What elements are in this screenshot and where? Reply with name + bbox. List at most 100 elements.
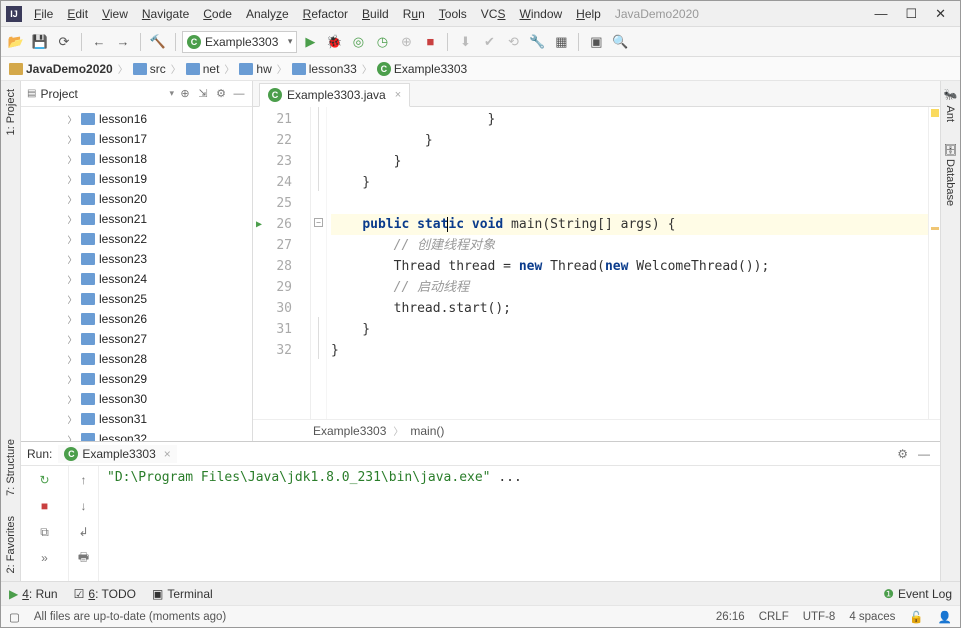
- tree-item[interactable]: 〉lesson26: [21, 309, 252, 329]
- more-icon[interactable]: »: [35, 548, 55, 568]
- sync-icon[interactable]: ⟳: [53, 31, 75, 53]
- rerun-button[interactable]: ↻: [35, 470, 55, 490]
- build-icon[interactable]: 🔨: [147, 31, 169, 53]
- minimize-button[interactable]: —: [874, 6, 887, 22]
- toolwindow-run[interactable]: ▶4: Run: [9, 587, 58, 601]
- toolwindow-favorites[interactable]: 2: Favorites: [5, 516, 17, 573]
- tree-item[interactable]: 〉lesson23: [21, 249, 252, 269]
- close-button[interactable]: ✕: [935, 6, 946, 22]
- tree-item[interactable]: 〉lesson20: [21, 189, 252, 209]
- tree-item[interactable]: 〉lesson17: [21, 129, 252, 149]
- back-button[interactable]: ←: [88, 31, 110, 53]
- structure-icon[interactable]: ▦: [550, 31, 572, 53]
- toolwindow-database[interactable]: 🗄 Database: [944, 142, 957, 206]
- debug-button[interactable]: 🐞: [323, 31, 345, 53]
- caret-pos[interactable]: 26:16: [716, 611, 745, 623]
- close-icon[interactable]: ×: [164, 447, 171, 461]
- crumb-hw[interactable]: hw: [237, 62, 273, 76]
- tree-item[interactable]: 〉lesson18: [21, 149, 252, 169]
- up-icon[interactable]: ↑: [74, 470, 94, 490]
- settings-icon[interactable]: 🔧: [526, 31, 548, 53]
- grid-icon[interactable]: ▣: [585, 31, 607, 53]
- menu-edit[interactable]: Edit: [60, 7, 95, 21]
- gear-icon[interactable]: ⚙: [214, 87, 228, 101]
- encoding[interactable]: UTF-8: [803, 611, 836, 623]
- tree-item[interactable]: 〉lesson29: [21, 369, 252, 389]
- toolwindow-project[interactable]: 1: Project: [5, 89, 17, 135]
- error-stripe[interactable]: [928, 107, 940, 419]
- menu-vcs[interactable]: VCS: [474, 7, 513, 21]
- editor-body[interactable]: 212223242526▶272829303132 −−−−−−− } } } …: [253, 107, 940, 419]
- crumb-net[interactable]: net: [184, 62, 222, 76]
- print-icon[interactable]: 🖶: [74, 548, 94, 568]
- tree-item[interactable]: 〉lesson22: [21, 229, 252, 249]
- tree-item[interactable]: 〉lesson19: [21, 169, 252, 189]
- menu-run[interactable]: Run: [396, 7, 432, 21]
- toolwindow-terminal[interactable]: ▣Terminal: [152, 587, 213, 601]
- vcs-history-icon[interactable]: ⟲: [502, 31, 524, 53]
- tree-item[interactable]: 〉lesson31: [21, 409, 252, 429]
- menu-file[interactable]: File: [27, 7, 60, 21]
- menu-navigate[interactable]: Navigate: [135, 7, 196, 21]
- locate-icon[interactable]: ⊕: [178, 87, 192, 101]
- project-tree[interactable]: 〉lesson16〉lesson17〉lesson18〉lesson19〉les…: [21, 107, 252, 441]
- run-config-selector[interactable]: C Example3303: [182, 31, 297, 53]
- tree-item[interactable]: 〉lesson27: [21, 329, 252, 349]
- indent[interactable]: 4 spaces: [849, 611, 895, 623]
- hector-icon[interactable]: 👤: [938, 610, 952, 624]
- expand-icon[interactable]: ⇲: [196, 87, 210, 101]
- maximize-button[interactable]: ☐: [905, 6, 917, 22]
- menu-refactor[interactable]: Refactor: [296, 7, 355, 21]
- wrap-icon[interactable]: ↲: [74, 522, 94, 542]
- chevron-right-icon: 〉: [274, 61, 290, 76]
- crumb-lesson[interactable]: lesson33: [290, 62, 359, 76]
- layout-icon[interactable]: ⧉: [35, 522, 55, 542]
- coverage-button[interactable]: ◎: [347, 31, 369, 53]
- search-icon[interactable]: 🔍: [609, 31, 631, 53]
- down-icon[interactable]: ↓: [74, 496, 94, 516]
- menu-build[interactable]: Build: [355, 7, 396, 21]
- menu-code[interactable]: Code: [196, 7, 239, 21]
- menu-view[interactable]: View: [95, 7, 135, 21]
- crumb-class[interactable]: CExample3303: [375, 62, 469, 76]
- hide-icon[interactable]: —: [232, 87, 246, 101]
- tree-item[interactable]: 〉lesson16: [21, 109, 252, 129]
- crumb-src[interactable]: src: [131, 62, 168, 76]
- crumb-project[interactable]: JavaDemo2020: [7, 62, 115, 76]
- vcs-commit-icon[interactable]: ✔: [478, 31, 500, 53]
- toolwindow-ant[interactable]: 🐜 Ant: [944, 89, 957, 122]
- tree-item[interactable]: 〉lesson28: [21, 349, 252, 369]
- stop-button[interactable]: ■: [35, 496, 55, 516]
- console[interactable]: "D:\Program Files\Java\jdk1.8.0_231\bin\…: [99, 466, 940, 581]
- menu-window[interactable]: Window: [512, 7, 569, 21]
- tree-item[interactable]: 〉lesson21: [21, 209, 252, 229]
- event-log[interactable]: ❶Event Log: [883, 587, 952, 601]
- close-icon[interactable]: ×: [395, 89, 401, 101]
- toolwindow-structure[interactable]: 7: Structure: [5, 439, 17, 496]
- menu-analyze[interactable]: Analyze: [239, 7, 296, 21]
- toolwindow-todo[interactable]: ☑6: TODO: [74, 587, 136, 601]
- profile-button[interactable]: ◷: [371, 31, 393, 53]
- line-sep[interactable]: CRLF: [759, 611, 789, 623]
- save-icon[interactable]: 💾: [29, 31, 51, 53]
- vcs-update-icon[interactable]: ⬇: [454, 31, 476, 53]
- tree-item[interactable]: 〉lesson24: [21, 269, 252, 289]
- readonly-icon[interactable]: 🔓: [909, 610, 923, 624]
- tree-item[interactable]: 〉lesson32: [21, 429, 252, 441]
- run-button[interactable]: ▶: [299, 31, 321, 53]
- hide-icon[interactable]: —: [914, 447, 934, 461]
- open-icon[interactable]: 📂: [5, 31, 27, 53]
- menu-tools[interactable]: Tools: [432, 7, 474, 21]
- tree-item[interactable]: 〉lesson25: [21, 289, 252, 309]
- attach-button[interactable]: ⊕: [395, 31, 417, 53]
- code-area[interactable]: } } } } public static void main(String[]…: [327, 107, 928, 419]
- folder-icon: [186, 63, 200, 75]
- tree-item[interactable]: 〉lesson30: [21, 389, 252, 409]
- menu-help[interactable]: Help: [569, 7, 608, 21]
- forward-button[interactable]: →: [112, 31, 134, 53]
- toolwindows-icon[interactable]: ▢: [9, 610, 20, 624]
- stop-button[interactable]: ■: [419, 31, 441, 53]
- gear-icon[interactable]: ⚙: [897, 447, 908, 461]
- editor-tab[interactable]: C Example3303.java ×: [259, 83, 410, 107]
- run-tab[interactable]: C Example3303 ×: [58, 445, 176, 463]
